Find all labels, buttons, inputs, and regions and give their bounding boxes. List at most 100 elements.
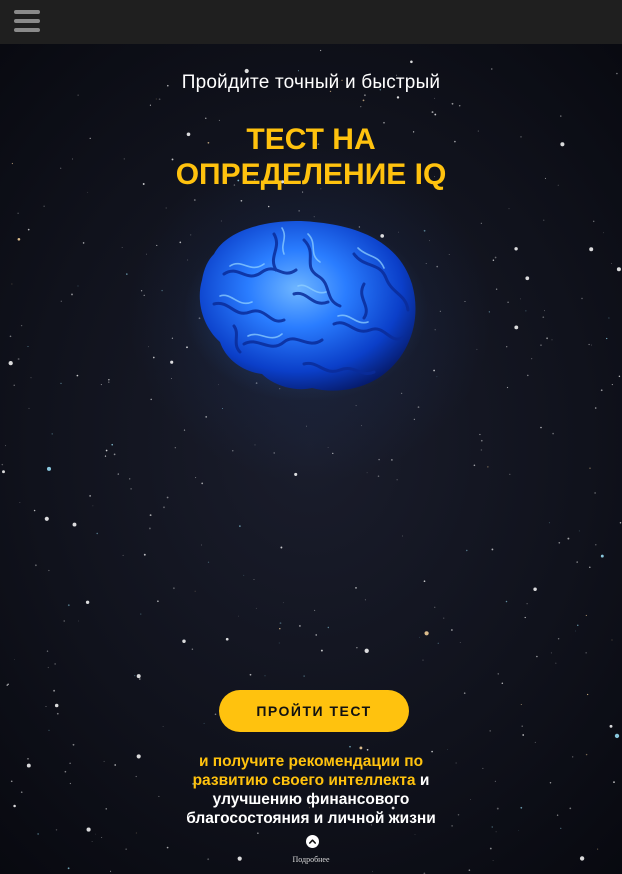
star (13, 384, 15, 386)
star (5, 445, 7, 447)
star (95, 833, 96, 835)
star (158, 98, 161, 101)
star (525, 276, 530, 281)
star (166, 846, 169, 849)
star (71, 158, 73, 160)
star (489, 847, 492, 850)
star (171, 377, 173, 379)
star (140, 290, 143, 292)
star (298, 210, 300, 212)
star (436, 265, 439, 268)
star (606, 337, 608, 340)
star (419, 636, 420, 638)
star (117, 473, 120, 475)
star (507, 301, 509, 303)
star (616, 267, 621, 272)
chevron-up-circle-icon[interactable] (306, 835, 319, 848)
star (505, 600, 508, 603)
star (594, 492, 596, 494)
star (298, 624, 301, 627)
star (451, 102, 454, 105)
star (89, 137, 91, 139)
star (476, 348, 478, 350)
star (279, 627, 281, 630)
star (10, 780, 13, 783)
star (149, 104, 151, 106)
star (536, 655, 538, 658)
star (113, 453, 116, 456)
star (433, 369, 435, 372)
hero-headline: ТЕСТ НА ОПРЕДЕЛЕНИЕ IQ (175, 123, 447, 191)
star (55, 829, 58, 831)
star (434, 606, 436, 608)
hamburger-menu-icon[interactable] (14, 10, 40, 32)
star (11, 283, 13, 285)
star (27, 757, 29, 760)
star (9, 335, 12, 338)
star (447, 749, 448, 751)
star (51, 433, 53, 435)
star (13, 804, 16, 808)
star (491, 548, 494, 551)
star (355, 405, 357, 407)
star (592, 220, 595, 223)
star (423, 580, 426, 583)
star (327, 626, 329, 629)
star (546, 337, 548, 340)
star (139, 678, 141, 680)
star (48, 569, 50, 572)
star (161, 289, 163, 292)
star (509, 473, 511, 475)
star (443, 617, 445, 619)
star (46, 466, 52, 471)
star (201, 482, 204, 485)
star (327, 447, 329, 449)
star (134, 675, 136, 677)
star (506, 346, 508, 348)
star (577, 624, 579, 626)
star (611, 639, 613, 641)
star (366, 472, 368, 474)
star (585, 753, 588, 756)
star (77, 285, 79, 287)
star (72, 522, 77, 527)
star (377, 475, 380, 477)
take-test-button[interactable]: ПРОЙТИ ТЕСТ (219, 690, 409, 732)
star (8, 360, 13, 366)
star (480, 222, 482, 224)
star (613, 781, 615, 783)
more-link[interactable]: Подробнее (0, 855, 622, 864)
star (464, 300, 466, 303)
star (544, 310, 545, 312)
star (524, 616, 526, 619)
star (171, 337, 174, 339)
star (108, 381, 110, 383)
star (518, 830, 520, 831)
star (143, 553, 146, 556)
star (522, 734, 525, 736)
star (53, 689, 56, 692)
star (480, 449, 483, 451)
star (37, 833, 39, 835)
star (27, 345, 29, 347)
hero-subtitle: Пройдите точный и быстрый (181, 72, 441, 93)
star (581, 297, 583, 300)
star (359, 746, 363, 750)
star (520, 136, 522, 138)
star (194, 590, 196, 592)
star (520, 806, 523, 809)
star (594, 407, 597, 409)
star (487, 466, 489, 468)
star (264, 675, 266, 677)
star (200, 544, 202, 546)
star (163, 506, 165, 509)
star (360, 425, 362, 427)
star (64, 770, 67, 773)
star (27, 228, 30, 231)
star (225, 637, 229, 641)
star (422, 659, 424, 661)
star (63, 620, 65, 622)
star (303, 675, 305, 677)
star (108, 379, 110, 381)
star (556, 814, 559, 816)
